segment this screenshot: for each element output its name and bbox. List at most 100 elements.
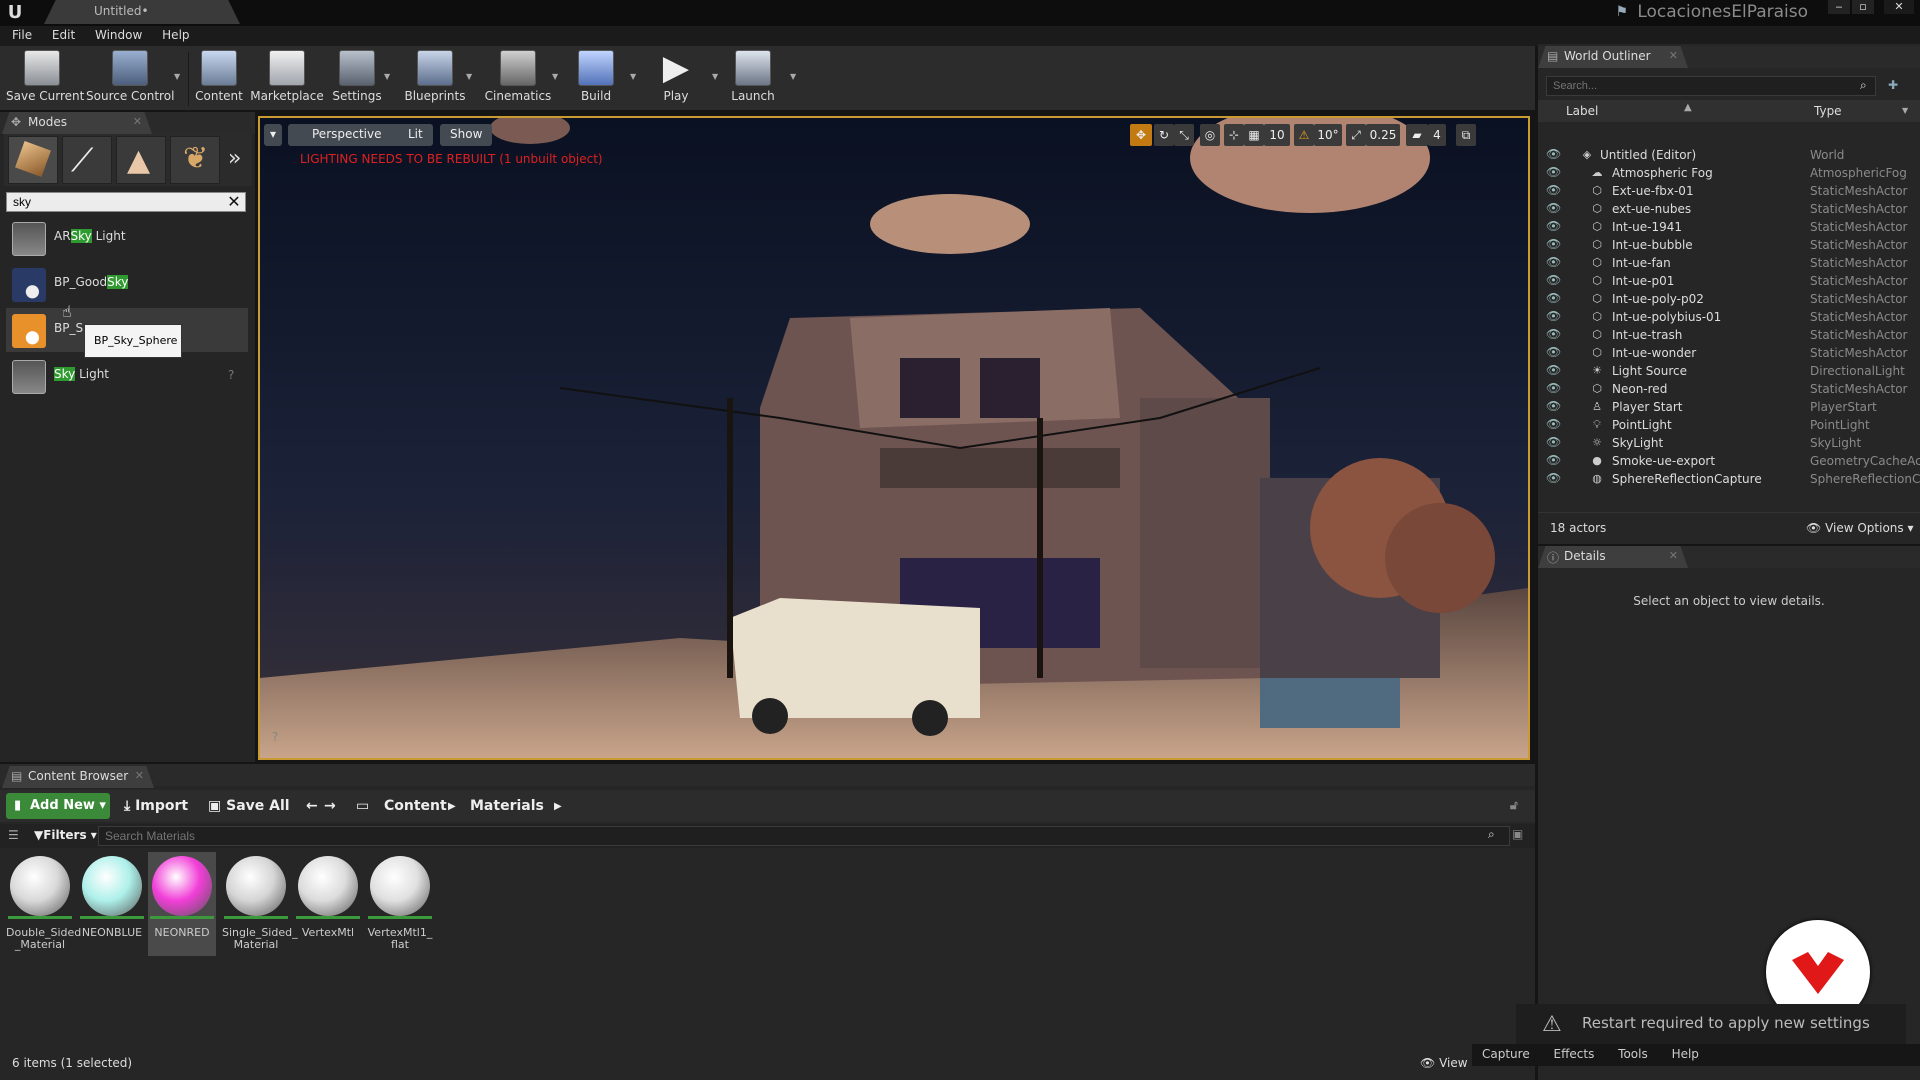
cinematics-button[interactable]: Cinematics [484,50,552,108]
tab-details[interactable]: ⓘ Details ✕ [1538,546,1688,568]
paint-mode-button[interactable]: ⟋ [62,136,112,184]
launch-button[interactable]: Launch [728,50,778,108]
content-button[interactable]: Content [194,50,244,108]
outliner-row[interactable]: 👁︎ ☀ Light Source DirectionalLight [1538,362,1920,380]
help-icon[interactable]: ? [228,368,234,382]
visibility-eye-icon[interactable]: 👁︎ [1546,183,1561,197]
menu-help[interactable]: Help [154,26,197,44]
folder-icon[interactable]: ▭ [356,798,369,814]
close-window-button[interactable]: ✕ [1884,0,1914,14]
more-modes-chevron-icon[interactable]: » [228,146,241,171]
blueprints-button[interactable]: Blueprints [402,50,468,108]
material-neonblue[interactable]: NEONBLUE [78,852,146,962]
source-control-dropdown[interactable]: ▼ [174,72,180,81]
save-current-button[interactable]: Save Current [6,50,84,108]
source-control-button[interactable]: Source Control [86,50,174,108]
outliner-row[interactable]: 👁︎ ☼ SkyLight SkyLight [1538,434,1920,452]
breadcrumb-materials[interactable]: Materials [470,798,544,814]
search-icon[interactable]: ⌕ [1860,78,1867,93]
import-button[interactable]: ⤓ Import [124,798,188,814]
sources-toggle-icon[interactable]: ☰ [8,828,19,842]
chevron-down-icon[interactable]: ▼ [1902,106,1908,115]
document-tab[interactable]: Untitled• [44,0,240,24]
world-local-icon[interactable]: ◎ [1200,124,1220,146]
play-button[interactable]: ▶ Play [652,50,700,108]
outliner-row[interactable]: 👁︎ ◍ SphereReflectionCapture SphereReflecti… [1538,470,1920,488]
cinematics-dropdown[interactable]: ▼ [552,72,558,81]
outliner-search-input[interactable] [1546,76,1876,96]
menu-edit[interactable]: Edit [44,26,83,44]
type-column-header[interactable]: Type [1814,104,1842,118]
save-search-icon[interactable]: ▣ [1512,827,1523,841]
scale-snap-value[interactable]: 0.25 [1366,124,1400,146]
camera-speed-value[interactable]: 4 [1428,124,1446,146]
visibility-eye-icon[interactable]: 👁︎ [1546,435,1561,449]
perspective-button[interactable]: Perspective [288,124,392,146]
forward-arrow-icon[interactable]: → [324,798,336,814]
tab-world-outliner[interactable]: ▤ World Outliner ✕ [1538,46,1688,68]
surface-snap-icon[interactable]: ⊹ [1224,124,1244,146]
outliner-row[interactable]: 👁︎ ● Smoke-ue-export GeometryCacheAc [1538,452,1920,470]
menu-tools[interactable]: Tools [1608,1044,1658,1061]
menu-window[interactable]: Window [87,26,150,44]
search-icon[interactable]: ⌕ [1488,827,1495,842]
translate-mode-icon[interactable]: ✥ [1130,124,1152,146]
foliage-mode-button[interactable]: ❦ [170,136,220,184]
visibility-eye-icon[interactable]: 👁︎ [1546,327,1561,341]
clear-search-icon[interactable]: ✕ [224,192,244,212]
breadcrumb-content[interactable]: Content [384,798,447,814]
outliner-row[interactable]: 👁︎ ♙ Player Start PlayerStart [1538,398,1920,416]
rotation-snap-icon[interactable]: ⚠ [1294,124,1314,146]
visibility-eye-icon[interactable]: 👁︎ [1546,471,1561,485]
outliner-row[interactable]: 👁︎ ☁ Atmospheric Fog AtmosphericFog [1538,164,1920,182]
blueprints-dropdown[interactable]: ▼ [466,72,472,81]
visibility-eye-icon[interactable]: 👁︎ [1546,291,1561,305]
menu-capture[interactable]: Capture [1472,1044,1540,1061]
material-double-sided[interactable]: Double_Sided _Material [6,852,81,962]
outliner-row[interactable]: 👁︎ ◈ Untitled (Editor) World [1538,146,1920,164]
show-button[interactable]: Show [440,124,493,146]
visibility-eye-icon[interactable]: 👁︎ [1546,399,1561,413]
outliner-row[interactable]: 👁︎ 💡︎ PointLight PointLight [1538,416,1920,434]
filters-button[interactable]: ▼Filters ▾ [34,828,97,842]
asset-item-ar-sky-light[interactable]: ARSky Light [6,216,248,260]
build-button[interactable]: Build [572,50,620,108]
asset-item-bp-good-sky[interactable]: BP_GoodSky [6,262,248,306]
outliner-row[interactable]: 👁︎ ⬡ Int-ue-fan StaticMeshActor [1538,254,1920,272]
visibility-eye-icon[interactable]: 👁︎ [1546,201,1561,215]
maximize-viewport-icon[interactable]: ⧉ [1456,124,1476,146]
marketplace-button[interactable]: Marketplace [250,50,324,108]
rotate-mode-icon[interactable]: ↻ [1154,124,1174,146]
grid-snap-icon[interactable]: ▦ [1244,124,1264,146]
visibility-eye-icon[interactable]: 👁︎ [1546,219,1561,233]
play-dropdown[interactable]: ▼ [712,72,718,81]
grid-snap-value[interactable]: 10 [1264,124,1290,146]
visibility-eye-icon[interactable]: 👁︎ [1546,381,1561,395]
build-dropdown[interactable]: ▼ [630,72,636,81]
settings-dropdown[interactable]: ▼ [384,72,390,81]
back-arrow-icon[interactable]: ← [306,798,318,814]
visibility-eye-icon[interactable]: 👁︎ [1546,309,1561,323]
breadcrumb-separator-icon[interactable]: ▶ [554,801,562,812]
launch-dropdown[interactable]: ▼ [790,72,796,81]
outliner-row[interactable]: 👁︎ ⬡ Int-ue-bubble StaticMeshActor [1538,236,1920,254]
visibility-eye-icon[interactable]: 👁︎ [1546,363,1561,377]
minimize-button[interactable]: ‒ [1828,0,1850,14]
sort-arrow-icon[interactable]: ▲ [1684,102,1692,113]
tab-content-browser[interactable]: ▤ Content Browser ✕ [2,766,154,788]
landscape-mode-button[interactable]: ▲ [116,136,166,184]
settings-button[interactable]: Settings [330,50,384,108]
outliner-row[interactable]: 👁︎ ⬡ Int-ue-polybius-01 StaticMeshActor [1538,308,1920,326]
visibility-eye-icon[interactable]: 👁︎ [1546,345,1561,359]
menu-effects[interactable]: Effects [1544,1044,1605,1061]
label-column-header[interactable]: Label [1566,104,1598,118]
close-icon[interactable]: ✕ [1669,49,1678,62]
visibility-eye-icon[interactable]: 👁︎ [1546,237,1561,251]
view-options-button[interactable]: 👁︎ View Options [1420,1056,1470,1070]
visibility-eye-icon[interactable]: 👁︎ [1546,273,1561,287]
tab-modes[interactable]: ✥ Modes ✕ [2,112,152,134]
camera-speed-icon[interactable]: ▰ [1406,124,1428,146]
scale-snap-icon[interactable]: ⤢ [1346,124,1366,146]
outliner-row[interactable]: 👁︎ ⬡ Int-ue-p01 StaticMeshActor [1538,272,1920,290]
close-icon[interactable]: ✕ [1669,549,1678,562]
